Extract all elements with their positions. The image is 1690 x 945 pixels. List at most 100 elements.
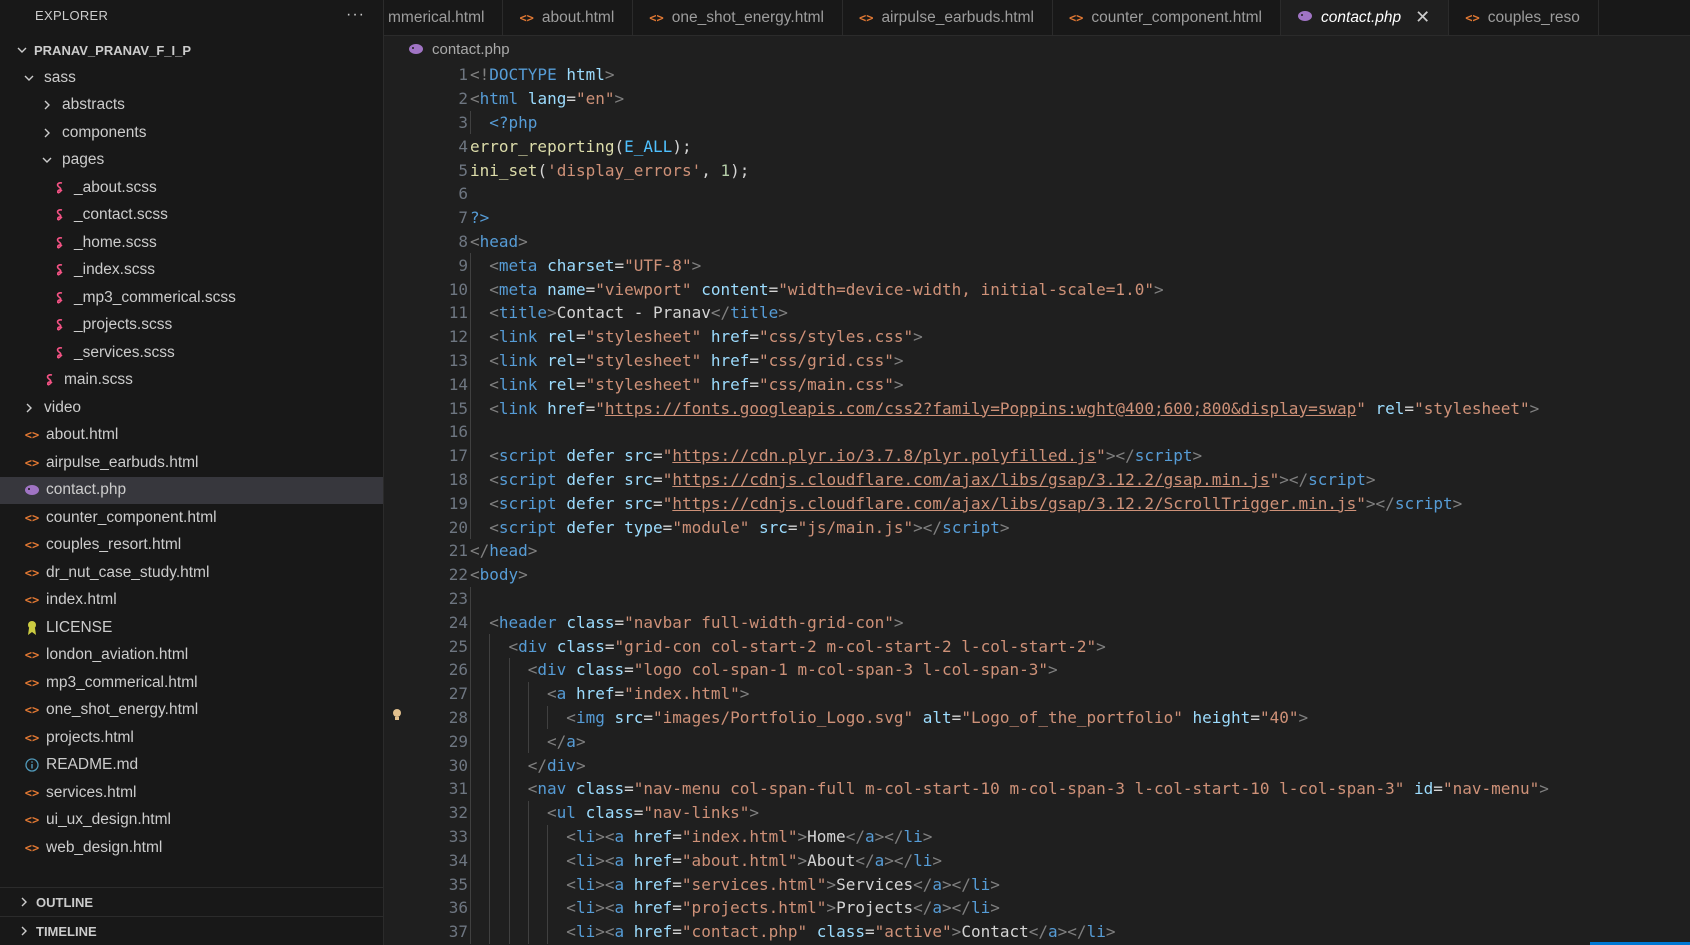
code-line[interactable]: 33 <li><a href="index.html">Home</a></li> [384, 824, 1690, 849]
code-line[interactable]: 20 <script defer type="module" src="js/ma… [384, 515, 1690, 539]
tree-item[interactable]: video [0, 394, 383, 422]
tab[interactable]: mmerical.html [384, 0, 504, 35]
tree-item[interactable]: <> projects.html [0, 724, 383, 752]
tree-item[interactable]: <> couples_resort.html [0, 532, 383, 560]
code-line[interactable]: 30 </div> [384, 753, 1690, 777]
code-line[interactable]: 12 <link rel="stylesheet" href="css/style… [384, 324, 1690, 349]
tree-item[interactable]: LICENSE [0, 614, 383, 642]
tree-item[interactable]: <> web_design.html [0, 834, 383, 862]
code-line[interactable]: 19 <script defer src="https://cdnjs.cloud… [384, 491, 1690, 516]
ellipsis-icon[interactable]: ··· [346, 6, 365, 24]
code-token: < [489, 469, 499, 489]
code-text: <link href="https://fonts.googleapis.com… [489, 399, 1539, 418]
code-line[interactable]: 29 </a> [384, 729, 1690, 754]
tab-active[interactable]: contact.php ✕ [1281, 0, 1450, 35]
tree-item[interactable]: sass [0, 64, 383, 92]
lightbulb-icon[interactable] [392, 708, 402, 726]
code-editor[interactable]: 1 <!DOCTYPE html> 2 <html lang="en"> 3 <?php 4… [384, 63, 1690, 945]
code-line[interactable]: 7 ?> [384, 206, 1690, 230]
tab[interactable]: <> one_shot_energy.html [633, 0, 843, 35]
code-token: a [614, 826, 625, 846]
tree-item[interactable]: <> mp3_commerical.html [0, 669, 383, 697]
tree-item[interactable]: <> london_aviation.html [0, 642, 383, 670]
tree-item[interactable]: components [0, 119, 383, 147]
code-line[interactable]: 36 <li><a href="projects.html">Projects</… [384, 896, 1690, 920]
code-line[interactable]: 5 ini_set('display_errors', 1); [384, 158, 1690, 182]
tab[interactable]: <> counter_component.html [1053, 0, 1282, 35]
tree-item[interactable]: <> one_shot_energy.html [0, 697, 383, 725]
indent-guide [508, 919, 510, 944]
code-line[interactable]: 26 <div class="logo col-span-1 m-col-span… [384, 658, 1690, 682]
code-token: > [518, 231, 528, 251]
code-line[interactable]: 4 error_reporting(E_ALL); [384, 134, 1690, 158]
tree-item[interactable]: main.scss [0, 367, 383, 395]
timeline-panel-header[interactable]: TIMELINE [0, 916, 383, 945]
indent-guide [470, 515, 471, 539]
code-line[interactable]: 34 <li><a href="about.html">About</a></li… [384, 848, 1690, 873]
code-line[interactable]: 21 </head> [384, 539, 1690, 563]
code-line[interactable]: 35 <li><a href="services.html">Services</… [384, 872, 1690, 896]
indent-guide [470, 277, 471, 301]
tree-item-label: components [62, 123, 147, 141]
code-line[interactable]: 32 <ul class="nav-links"> [384, 800, 1690, 825]
tree-item[interactable]: <> services.html [0, 779, 383, 807]
tab[interactable]: <> about.html [503, 0, 634, 35]
code-line[interactable]: 2 <html lang="en"> [384, 87, 1690, 111]
tree-item[interactable]: <> counter_component.html [0, 504, 383, 532]
code-line[interactable]: 17 <script defer src="https://cdn.plyr.io… [384, 443, 1690, 468]
code-line[interactable]: 3 <?php [384, 110, 1690, 135]
tree-item-label: video [44, 398, 82, 416]
code-line[interactable]: 28 <img src="images/Portfolio_Logo.svg" a… [384, 705, 1690, 730]
code-token: name [547, 279, 586, 299]
code-line[interactable]: 8 <head> [384, 230, 1690, 254]
code-line[interactable]: 6 [384, 182, 1690, 206]
tree-item[interactable]: <> ui_ux_design.html [0, 807, 383, 835]
tree-item-label: couples_resort.html [46, 536, 182, 554]
code-token: href [633, 922, 673, 942]
tree-item[interactable]: contact.php [0, 476, 383, 504]
tree-item[interactable]: _contact.scss [0, 202, 383, 230]
tree-item[interactable]: _home.scss [0, 229, 383, 257]
tree-item[interactable]: _projects.scss [0, 312, 383, 340]
tree-item[interactable]: pages [0, 147, 383, 175]
code-line[interactable]: 23 [384, 586, 1690, 611]
code-line[interactable]: 13 <link rel="stylesheet" href="css/grid.… [384, 348, 1690, 373]
project-folder-header[interactable]: PRANAV_PRANAV_F_I_P [0, 36, 383, 64]
code-line[interactable]: 10 <meta name="viewport" content="width=d… [384, 277, 1690, 301]
code-line[interactable]: 37 <li><a href="contact.php" class="activ… [384, 919, 1690, 944]
tree-item[interactable]: <> dr_nut_case_study.html [0, 559, 383, 587]
close-icon[interactable]: ✕ [1415, 7, 1430, 28]
code-line[interactable]: 9 <meta charset="UTF-8"> [384, 253, 1690, 278]
tree-item-label: _projects.scss [74, 316, 173, 334]
tree-item[interactable]: _services.scss [0, 339, 383, 367]
tree-item[interactable]: abstracts [0, 92, 383, 120]
code-token: > [893, 374, 904, 394]
code-line[interactable]: 14 <link rel="stylesheet" href="css/main.… [384, 372, 1690, 397]
code-line[interactable]: 18 <script defer src="https://cdnjs.cloud… [384, 467, 1690, 492]
tree-item[interactable]: _about.scss [0, 174, 383, 202]
code-token: > [1529, 398, 1540, 418]
code-line[interactable]: 11 <title>Contact - Pranav</title> [384, 301, 1690, 325]
code-token: rel [547, 327, 576, 347]
chevron-right-icon [22, 401, 36, 415]
tree-item[interactable]: README.md [0, 752, 383, 780]
code-line[interactable]: 15 <link href="https://fonts.googleapis.c… [384, 396, 1690, 420]
code-line[interactable]: 24 <header class="navbar full-width-grid-… [384, 610, 1690, 635]
breadcrumb-file[interactable]: contact.php [432, 41, 510, 58]
tree-item[interactable]: <> index.html [0, 587, 383, 615]
tab[interactable]: <> couples_reso [1449, 0, 1599, 35]
code-line[interactable]: 25 <div class="grid-con col-start-2 m-col… [384, 634, 1690, 658]
code-line[interactable]: 1 <!DOCTYPE html> [384, 63, 1690, 87]
code-line[interactable]: 16 [384, 420, 1690, 444]
code-line[interactable]: 22 <body> [384, 563, 1690, 587]
code-token: Projects [836, 898, 914, 918]
tree-item[interactable]: _index.scss [0, 257, 383, 285]
tab[interactable]: <> airpulse_earbuds.html [843, 0, 1053, 35]
tree-item[interactable]: _mp3_commerical.scss [0, 284, 383, 312]
tree-item[interactable]: <> airpulse_earbuds.html [0, 449, 383, 477]
line-number: 31 [448, 779, 468, 799]
code-line[interactable]: 31 <nav class="nav-menu col-span-full m-c… [384, 777, 1690, 801]
code-line[interactable]: 27 <a href="index.html"> [384, 681, 1690, 706]
outline-panel-header[interactable]: OUTLINE [0, 887, 383, 916]
tree-item[interactable]: <> about.html [0, 422, 383, 450]
